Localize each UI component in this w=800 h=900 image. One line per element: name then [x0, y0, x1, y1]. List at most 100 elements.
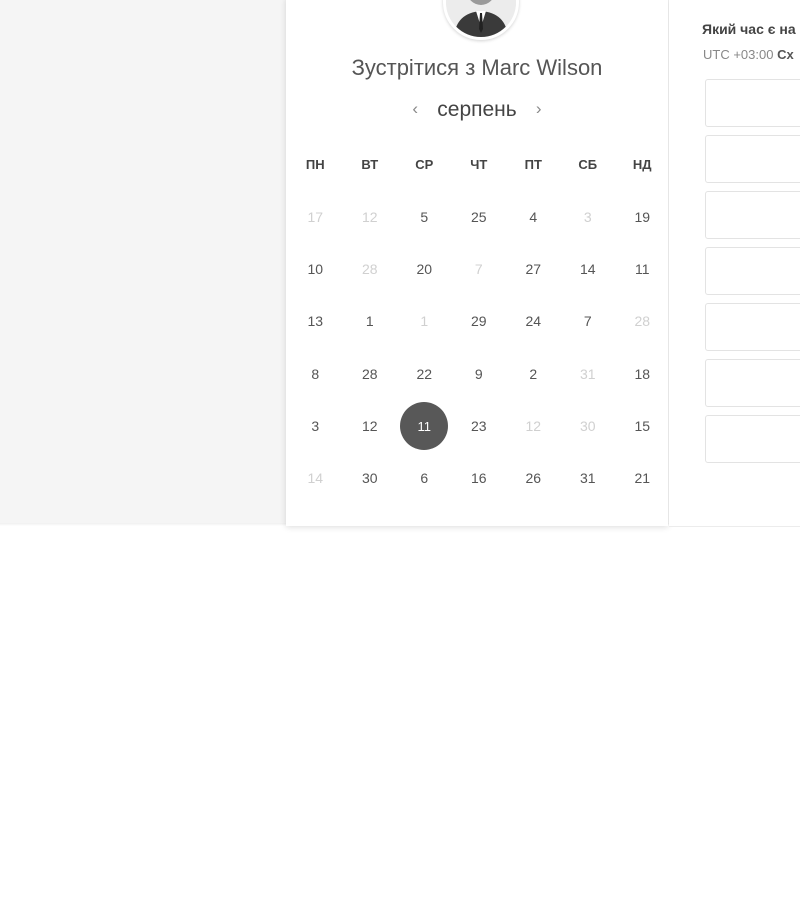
calendar-day-number: 3 [311, 417, 320, 434]
calendar-day[interactable]: 13 [288, 295, 343, 347]
calendar-day-number: 25 [470, 209, 487, 226]
timezone-region: Сх [777, 47, 794, 62]
time-slot-button[interactable] [705, 79, 800, 127]
calendar-day-number: 13 [307, 313, 324, 330]
calendar-day[interactable]: 4 [506, 191, 561, 243]
booking-page: Зустрітися з Marc Wilson ‹ серпень › ПН ВТ… [0, 0, 800, 900]
weekday-header-row: ПН ВТ СР ЧТ ПТ СБ НД [288, 157, 668, 172]
calendar-day[interactable]: 27 [506, 243, 561, 295]
calendar-day[interactable]: 22 [397, 348, 452, 400]
calendar-day-number: 22 [416, 365, 433, 382]
calendar-day: 28 [615, 295, 670, 347]
calendar-day: 28 [343, 243, 398, 295]
calendar-day[interactable]: 10 [288, 243, 343, 295]
calendar-day-number: 12 [361, 417, 378, 434]
time-slot-button[interactable] [705, 247, 800, 295]
calendar-day-number: 30 [361, 470, 378, 487]
time-slot-button[interactable] [705, 303, 800, 351]
calendar-day-number: 14 [579, 261, 596, 278]
timezone-offset: UTC +03:00 [703, 47, 774, 62]
calendar-day: 30 [561, 400, 616, 452]
calendar-day: 12 [343, 191, 398, 243]
host-avatar [443, 0, 519, 40]
chevron-right-icon[interactable]: › [527, 99, 551, 119]
calendar-day[interactable]: 24 [506, 295, 561, 347]
weekday-label: СР [415, 157, 434, 172]
calendar-day[interactable]: 2 [506, 348, 561, 400]
calendar-day[interactable]: 28 [343, 348, 398, 400]
calendar-day-number: 4 [529, 209, 538, 226]
calendar-day-number: 1 [365, 313, 374, 330]
calendar-day: 17 [288, 191, 343, 243]
calendar-day-number: 9 [474, 365, 483, 382]
calendar-day-number: 15 [634, 417, 651, 434]
calendar-day[interactable]: 26 [506, 452, 561, 504]
calendar-day-number: 7 [474, 261, 483, 278]
calendar-day-number: 28 [361, 365, 378, 382]
calendar-day: 1 [397, 295, 452, 347]
calendar-day-number: 31 [579, 365, 596, 382]
calendar-day[interactable]: 20 [397, 243, 452, 295]
weekday-label: ВТ [361, 157, 379, 172]
calendar-day-number: 16 [470, 470, 487, 487]
calendar-day-number: 12 [525, 417, 542, 434]
weekday-label: ЧТ [470, 157, 488, 172]
calendar-day-number: 29 [470, 313, 487, 330]
calendar-day-number: 3 [583, 209, 592, 226]
calendar-day-number: 11 [400, 402, 449, 451]
calendar-day[interactable]: 15 [615, 400, 670, 452]
weekday-label: ПТ [524, 157, 542, 172]
calendar-day[interactable]: 25 [452, 191, 507, 243]
calendar-day[interactable]: 11 [615, 243, 670, 295]
calendar-day-number: 6 [420, 470, 429, 487]
calendar-day[interactable]: 5 [397, 191, 452, 243]
calendar-day[interactable]: 1 [343, 295, 398, 347]
calendar-day-number: 19 [634, 209, 651, 226]
calendar-day[interactable]: 19 [615, 191, 670, 243]
calendar-day-number: 12 [361, 209, 378, 226]
calendar-day[interactable]: 9 [452, 348, 507, 400]
calendar-day[interactable]: 29 [452, 295, 507, 347]
time-slot-button[interactable] [705, 135, 800, 183]
calendar-day-number: 7 [583, 313, 592, 330]
time-slot-button[interactable] [705, 359, 800, 407]
calendar-day[interactable]: 3 [288, 400, 343, 452]
calendar-day[interactable]: 21 [615, 452, 670, 504]
time-slot-button[interactable] [705, 191, 800, 239]
time-slot-button[interactable] [705, 415, 800, 463]
meeting-title: Зустрітися з Marc Wilson [351, 55, 603, 80]
calendar-day-number: 30 [579, 417, 596, 434]
calendar-day[interactable]: 14 [561, 243, 616, 295]
calendar-day[interactable]: 7 [561, 295, 616, 347]
calendar-day[interactable]: 6 [397, 452, 452, 504]
calendar-day-number: 2 [529, 365, 538, 382]
calendar-day-number: 23 [470, 417, 487, 434]
calendar-day[interactable]: 30 [343, 452, 398, 504]
calendar-day: 12 [506, 400, 561, 452]
calendar-day[interactable]: 8 [288, 348, 343, 400]
calendar-day-number: 28 [361, 261, 378, 278]
weekday-label: ПН [305, 157, 325, 172]
weekday-label: НД [632, 157, 652, 172]
calendar-day-number: 8 [311, 365, 320, 382]
chevron-left-icon[interactable]: ‹ [403, 99, 427, 119]
month-label: серпень [437, 98, 517, 121]
calendar-days-grid: 17 12 5 25 4 3 19 10 28 20 7 27 14 11 13 1 1 29 24 7 28 8 28 22… [288, 191, 668, 504]
calendar-day[interactable]: 18 [615, 348, 670, 400]
time-selection-panel: Який час є на UTC +03:00 Сх [669, 0, 800, 527]
calendar-day-number: 1 [420, 313, 429, 330]
calendar-day-selected[interactable]: 11 [397, 400, 452, 452]
calendar-day[interactable]: 12 [343, 400, 398, 452]
calendar-day[interactable]: 16 [452, 452, 507, 504]
calendar-day-number: 5 [420, 209, 429, 226]
calendar-day-number: 21 [634, 470, 651, 487]
calendar-day-number: 27 [525, 261, 542, 278]
weekday-label: СБ [578, 157, 598, 172]
calendar-day-number: 20 [416, 261, 433, 278]
timezone-selector[interactable]: UTC +03:00 Сх [703, 47, 794, 62]
calendar-day: 3 [561, 191, 616, 243]
calendar-day[interactable]: 31 [561, 452, 616, 504]
calendar-day[interactable]: 23 [452, 400, 507, 452]
calendar-card: Зустрітися з Marc Wilson ‹ серпень › ПН ВТ… [286, 0, 668, 526]
calendar-day-number: 18 [634, 365, 651, 382]
